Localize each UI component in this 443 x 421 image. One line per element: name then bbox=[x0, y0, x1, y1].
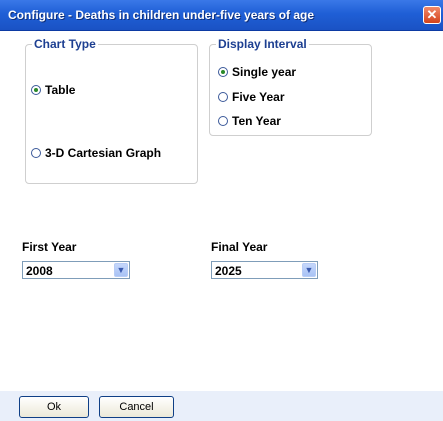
radio-ten-year-label: Ten Year bbox=[232, 114, 281, 128]
cancel-button[interactable]: Cancel bbox=[99, 396, 174, 418]
radio-selected-icon bbox=[218, 67, 228, 77]
radio-unselected-icon bbox=[218, 116, 228, 126]
final-year-select[interactable]: 2025 ▼ bbox=[211, 261, 318, 279]
radio-table-label: Table bbox=[45, 83, 76, 97]
radio-3d-cartesian-graph[interactable]: 3-D Cartesian Graph bbox=[31, 146, 161, 160]
display-interval-group: Display Interval Single year Five Year T… bbox=[209, 37, 372, 136]
ok-button[interactable]: Ok bbox=[19, 396, 89, 418]
radio-unselected-icon bbox=[31, 148, 41, 158]
chevron-down-icon[interactable]: ▼ bbox=[302, 263, 316, 277]
chevron-down-icon[interactable]: ▼ bbox=[114, 263, 128, 277]
first-year-select[interactable]: 2008 ▼ bbox=[22, 261, 130, 279]
radio-3d-label: 3-D Cartesian Graph bbox=[45, 146, 162, 160]
button-bar: Ok Cancel bbox=[0, 391, 443, 421]
close-button[interactable]: ✕ bbox=[423, 6, 441, 24]
final-year-value: 2025 bbox=[215, 264, 242, 278]
radio-five-year[interactable]: Five Year bbox=[218, 90, 285, 104]
radio-single-year[interactable]: Single year bbox=[218, 65, 296, 79]
close-icon: ✕ bbox=[426, 7, 438, 22]
radio-selected-icon bbox=[31, 85, 41, 95]
chart-type-legend: Chart Type bbox=[32, 37, 98, 51]
radio-ten-year[interactable]: Ten Year bbox=[218, 114, 281, 128]
display-interval-legend: Display Interval bbox=[216, 37, 309, 51]
radio-five-year-label: Five Year bbox=[232, 90, 285, 104]
title-bar: Configure - Deaths in children under-fiv… bbox=[0, 0, 443, 31]
radio-table[interactable]: Table bbox=[31, 83, 75, 97]
radio-unselected-icon bbox=[218, 92, 228, 102]
window-title: Configure - Deaths in children under-fiv… bbox=[8, 8, 315, 22]
radio-single-year-label: Single year bbox=[232, 65, 297, 79]
final-year-label: Final Year bbox=[211, 240, 268, 254]
first-year-label: First Year bbox=[22, 240, 77, 254]
chart-type-group: Chart Type Table 3-D Cartesian Graph bbox=[25, 37, 198, 184]
first-year-value: 2008 bbox=[26, 264, 53, 278]
